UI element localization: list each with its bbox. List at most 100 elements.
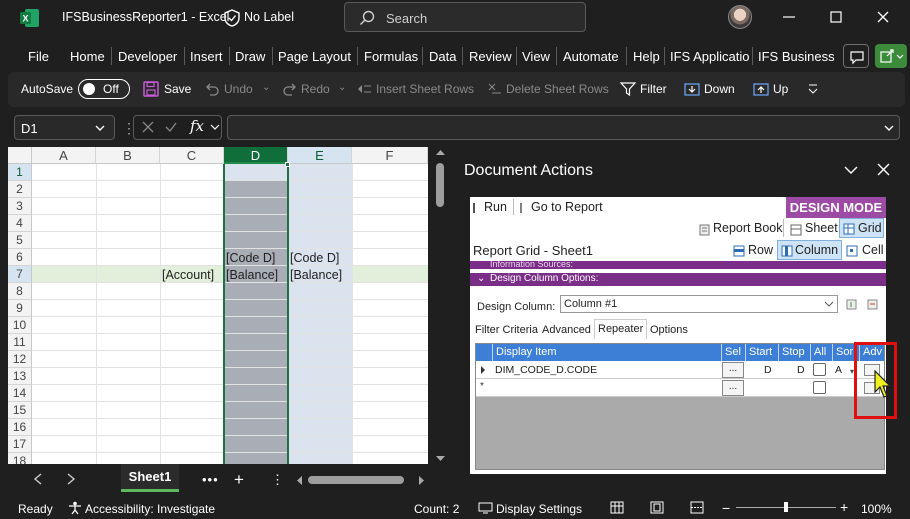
row2-all-checkbox[interactable] [813,381,826,394]
zoom-in-icon[interactable]: + [840,499,848,515]
row-header[interactable]: 11 [8,334,32,351]
menu-file[interactable]: File [28,49,49,64]
collapse-icon[interactable]: ⌄ [477,273,485,284]
menu-help[interactable]: Help [633,49,660,64]
maximize-icon[interactable] [827,8,845,26]
search-box[interactable]: Search [344,2,586,32]
col-stop[interactable]: Stop [778,344,810,361]
row-header[interactable]: 16 [8,419,32,436]
display-settings-button[interactable]: Display Settings [496,502,582,516]
go-to-report-button[interactable]: Go to Report [531,200,603,214]
cancel-icon[interactable] [141,120,155,134]
chevron-right-icon[interactable] [66,473,76,485]
avatar[interactable] [728,5,752,29]
scroll-left-icon[interactable] [296,476,303,485]
chevron-down-icon[interactable] [883,122,895,134]
worksheet-grid[interactable]: A B C D E F 1 2 3 4 5 6 7 8 9 10 11 12 13 14 15 16 17 18 … [8,147,428,464]
down-button[interactable]: Down [704,82,735,96]
menu-formulas[interactable]: Formulas [364,49,418,64]
scroll-right-icon[interactable] [418,476,425,485]
enter-icon[interactable] [164,120,178,134]
row-header[interactable]: 7 [8,266,32,283]
delete-sheet-rows-button[interactable]: Delete Sheet Rows [506,82,609,96]
delete-rows-icon[interactable] [486,81,502,97]
redo-icon[interactable] [282,81,298,97]
up-button[interactable]: Up [773,82,788,96]
page-break-icon[interactable] [690,501,704,514]
column-header-a[interactable]: A [32,147,96,164]
filter-icon[interactable] [620,81,636,97]
zoom-level[interactable]: 100% [861,502,892,516]
grid-button[interactable]: Grid [858,221,882,235]
row-header[interactable]: 17 [8,436,32,453]
more-sheets-icon[interactable]: ••• [202,472,219,487]
column-header-c[interactable]: C [160,147,224,164]
column-header-b[interactable]: B [96,147,160,164]
row1-sort[interactable]: A [835,364,842,376]
more-options-icon[interactable]: ⋮ [271,472,284,488]
chevron-left-icon[interactable] [33,473,43,485]
cell-button[interactable]: Cell [862,243,884,257]
menu-home[interactable]: Home [70,49,105,64]
filter-button[interactable]: Filter [640,82,667,96]
down-icon[interactable] [684,81,700,97]
menu-review[interactable]: Review [469,49,512,64]
tab-filter-criteria[interactable]: Filter Criteria [475,324,538,336]
redo-button[interactable]: Redo [301,82,330,96]
sheet-button[interactable]: Sheet [805,221,838,235]
row-header[interactable]: 9 [8,300,32,317]
normal-view-icon[interactable] [610,501,624,514]
report-book-button[interactable]: Report Book [713,221,782,235]
add-sheet-icon[interactable]: + [234,470,244,490]
chevron-down-icon[interactable]: ⌄ [262,82,270,93]
formula-input[interactable] [227,115,900,140]
column-header-e[interactable]: E [288,147,352,164]
menu-ifs-applications[interactable]: IFS Applicatio [670,49,750,64]
row-header[interactable]: 13 [8,368,32,385]
cell-d6[interactable]: [Code D] [226,251,275,265]
row1-sel-button[interactable]: ... [722,362,744,378]
menu-view[interactable]: View [522,49,550,64]
cell-d7[interactable]: [Balance] [226,268,278,282]
accessibility-icon[interactable] [68,501,82,515]
design-column-options-header[interactable]: ⌄ Design Column Options: [470,273,886,286]
vertical-scrollbar[interactable] [433,147,447,464]
select-all-corner[interactable] [8,147,32,164]
sheet-icon[interactable] [790,224,802,236]
tab-options[interactable]: Options [650,324,688,336]
row-header[interactable]: 3 [8,198,32,215]
name-box[interactable]: D1 [14,115,115,140]
column-icon[interactable] [781,245,793,257]
run-icon[interactable] [473,202,482,214]
row-header[interactable]: 2 [8,181,32,198]
row-header[interactable]: 14 [8,385,32,402]
up-icon[interactable] [753,81,769,97]
menu-draw[interactable]: Draw [235,49,265,64]
comments-button[interactable] [843,44,869,68]
cell-c7[interactable]: [Account] [162,268,214,282]
close-icon[interactable] [874,8,892,26]
autosave-toggle[interactable]: Off [78,79,130,99]
row2-sel-button[interactable]: ... [722,380,744,396]
row-icon[interactable] [733,245,745,257]
minimize-icon[interactable] [780,8,798,26]
zoom-out-icon[interactable]: − [722,500,730,516]
scroll-thumb[interactable] [436,163,444,207]
row1-display-item[interactable]: DIM_CODE_D.CODE [495,364,597,376]
menu-developer[interactable]: Developer [118,49,177,64]
accessibility-status[interactable]: Accessibility: Investigate [85,502,215,516]
row-header[interactable]: 6 [8,249,32,266]
cell-e7[interactable]: [Balance] [290,268,342,282]
page-layout-icon[interactable] [650,501,664,514]
row-header[interactable]: 4 [8,215,32,232]
sensitivity-label[interactable]: No Label [244,10,294,24]
column-header-f[interactable]: F [352,147,428,164]
menu-page-layout[interactable]: Page Layout [278,49,351,64]
insert-sheet-rows-button[interactable]: Insert Sheet Rows [376,82,474,96]
row-header[interactable]: 18 [8,453,32,464]
fill-handle[interactable] [285,162,290,167]
active-cell-d1[interactable] [224,164,288,181]
row1-start[interactable]: D [764,364,772,376]
scroll-up-icon[interactable] [436,149,445,156]
column-header-d[interactable]: D [224,147,288,164]
